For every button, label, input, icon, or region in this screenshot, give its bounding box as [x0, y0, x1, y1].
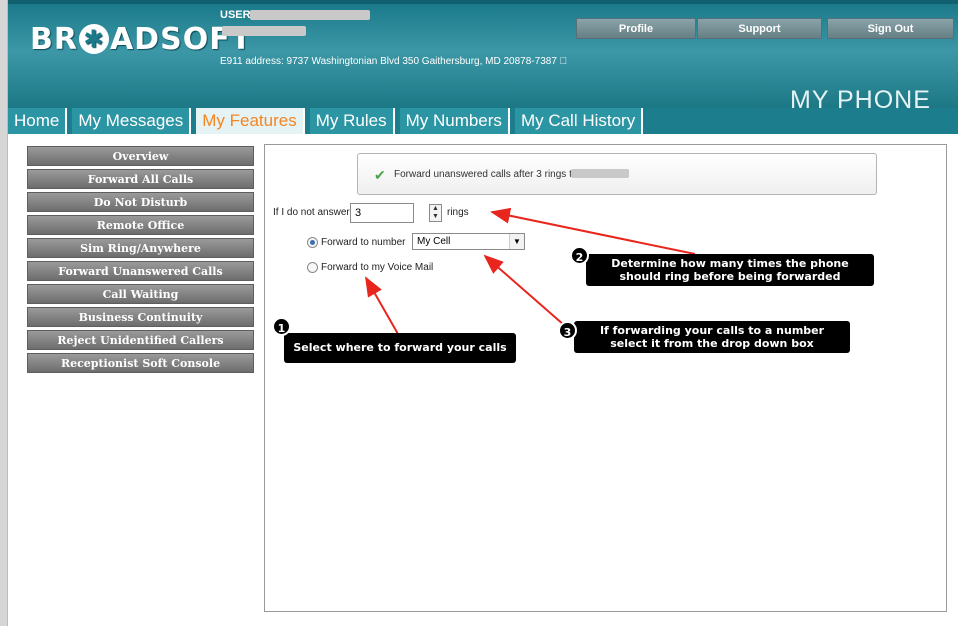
- sidebar-item-business-continuity[interactable]: Business Continuity: [27, 307, 254, 327]
- sign-out-button[interactable]: Sign Out: [827, 18, 954, 39]
- callout-3-line2: select it from the drop down box: [610, 337, 814, 350]
- forward-to-number-radio[interactable]: [307, 237, 318, 248]
- sidebar-item-sim-ring[interactable]: Sim Ring/Anywhere: [27, 238, 254, 258]
- callout-3-number: 3: [558, 321, 577, 340]
- rings-input[interactable]: [350, 203, 414, 223]
- callout-2-number: 2: [570, 246, 589, 265]
- forward-to-voicemail-radio[interactable]: [307, 262, 318, 273]
- logo-text-start: BR: [30, 22, 78, 57]
- callout-3: If forwarding your calls to a number sel…: [574, 321, 850, 353]
- e911-address: E911 address: 9737 Washingtonian Blvd 35…: [220, 56, 568, 67]
- status-notice: ✔ Forward unanswered calls after 3 rings…: [357, 153, 877, 195]
- user-label: USER: [220, 9, 251, 21]
- tab-my-rules[interactable]: My Rules: [309, 108, 395, 134]
- forward-number-value: My Cell: [417, 236, 451, 247]
- header: BR ✱ ADSOFT USER E911 address: 9737 Washin…: [8, 0, 958, 114]
- chevron-down-icon[interactable]: ▼: [509, 234, 524, 249]
- callout-3-line1: If forwarding your calls to a number: [599, 324, 825, 337]
- notice-text: Forward unanswered calls after 3 rings t…: [394, 169, 578, 180]
- logo-star-icon: ✱: [78, 24, 109, 54]
- broadsoft-logo: BR ✱ ADSOFT: [30, 22, 252, 57]
- feature-panel: ✔ Forward unanswered calls after 3 rings…: [264, 144, 947, 612]
- sidebar-item-remote-office[interactable]: Remote Office: [27, 215, 254, 235]
- tab-my-messages[interactable]: My Messages: [72, 108, 192, 134]
- rings-suffix: rings: [447, 207, 469, 218]
- callout-2-line1: Determine how many times the phone: [611, 257, 849, 270]
- tab-home[interactable]: Home: [8, 108, 68, 134]
- checkmark-icon: ✔: [374, 167, 386, 183]
- sidebar-item-forward-unanswered[interactable]: Forward Unanswered Calls: [27, 261, 254, 281]
- callout-1-number: 1: [272, 317, 291, 336]
- sidebar-item-receptionist-console[interactable]: Receptionist Soft Console: [27, 353, 254, 373]
- callout-1: Select where to forward your calls: [284, 333, 516, 363]
- spin-down-icon[interactable]: ▼: [430, 213, 441, 221]
- feature-sidebar: Overview Forward All Calls Do Not Distur…: [27, 146, 254, 376]
- callout-2: Determine how many times the phone shoul…: [586, 254, 874, 286]
- spin-up-icon[interactable]: ▲: [430, 205, 441, 213]
- support-button[interactable]: Support: [697, 18, 822, 39]
- redacted-forward-number: [571, 169, 629, 178]
- tab-my-call-history[interactable]: My Call History: [514, 108, 644, 134]
- tab-my-features[interactable]: My Features: [196, 108, 305, 134]
- redacted-user-id: [250, 10, 370, 20]
- sidebar-item-overview[interactable]: Overview: [27, 146, 254, 166]
- callout-2-line2: should ring before being forwarded: [619, 270, 841, 283]
- profile-button[interactable]: Profile: [576, 18, 696, 39]
- sidebar-item-do-not-disturb[interactable]: Do Not Disturb: [27, 192, 254, 212]
- sidebar-item-reject-unidentified[interactable]: Reject Unidentified Callers: [27, 330, 254, 350]
- window-edge: [0, 0, 8, 626]
- forward-number-select[interactable]: My Cell ▼: [412, 233, 525, 250]
- forward-to-number-label: Forward to number: [321, 237, 406, 248]
- rings-stepper[interactable]: ▲ ▼: [429, 204, 442, 222]
- sidebar-item-forward-all-calls[interactable]: Forward All Calls: [27, 169, 254, 189]
- sidebar-item-call-waiting[interactable]: Call Waiting: [27, 284, 254, 304]
- forward-to-voicemail-label: Forward to my Voice Mail: [321, 262, 434, 273]
- main-nav: Home My Messages My Features My Rules My…: [8, 108, 648, 134]
- tab-my-numbers[interactable]: My Numbers: [399, 108, 510, 134]
- redacted-user-name: [222, 26, 306, 36]
